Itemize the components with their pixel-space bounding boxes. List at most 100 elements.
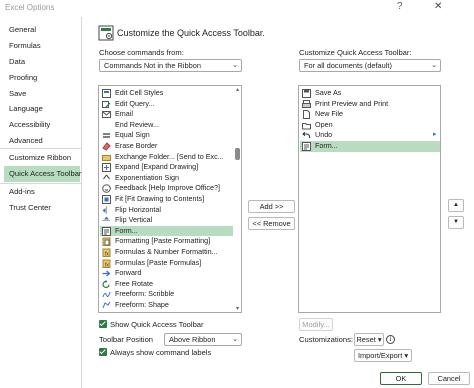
command-item[interactable]: Exponentiation Sign [100,173,233,184]
command-item[interactable]: Form... [100,225,233,237]
ok-button[interactable]: OK [380,372,422,385]
command-item[interactable]: Freeform: Scribble [100,289,233,300]
toolbar-position-value: Above Ribbon [169,335,216,344]
sidebar-item-formulas[interactable]: Formulas [0,39,81,53]
customize-toolbar-select[interactable]: For all documents (default) ⌄ [299,59,441,72]
item-label: Email [115,109,133,119]
scribble-icon [102,292,111,298]
command-item[interactable]: Expand [Expand Drawing] [100,162,233,173]
toolbar-item[interactable]: Save As [300,88,440,99]
toolbar-listbox[interactable]: Save As Print Preview and Print New File Op… [298,85,441,313]
toolbar-item[interactable]: New File [300,109,440,120]
freeform-icon [102,301,111,309]
command-item[interactable]: Forward [100,268,233,279]
move-up-button[interactable]: ▲ [448,199,464,212]
command-item[interactable]: Flip Horizontal [100,205,233,216]
cell-styles-icon [102,89,111,98]
reset-button[interactable]: Reset ▾ [354,333,384,346]
command-item[interactable]: Feedback [Help Improve Office?] [100,183,233,194]
open-icon [302,122,311,130]
item-label: Fit [Fit Drawing to Contents] [115,194,205,203]
item-label: Feedback [Help Improve Office?] [115,183,220,193]
command-item[interactable]: fx Formulas & Number Formattin... [100,247,233,258]
choose-commands-select[interactable]: Commands Not in the Ribbon ⌄ [99,59,242,72]
move-down-button[interactable]: ▼ [448,216,464,229]
show-qat-label: Show Quick Access Toolbar [110,320,204,329]
sidebar-item-general[interactable]: General [0,23,81,37]
command-item[interactable]: Edit Query... [100,99,233,110]
commands-scrollbar[interactable]: ▴ ▾ [234,86,241,312]
command-item[interactable]: End Review... [100,120,233,131]
remove-button[interactable]: << Remove [248,217,295,230]
scrollbar-thumb[interactable] [235,148,240,160]
item-label: Edit Cell Styles [115,88,164,97]
scroll-up-icon[interactable]: ▴ [234,86,241,93]
toolbar-item[interactable]: Form... [300,141,440,152]
toolbar-position-label: Toolbar Position [99,335,154,344]
sidebar-item-trust-center[interactable]: Trust Center [0,201,81,215]
item-label: Exchange Folder... [Send to Exc... [115,151,224,161]
command-item[interactable]: Formatting [Paste Formatting] [100,236,233,247]
commands-listbox[interactable]: Edit Cell Styles Edit Query... Email End Re… [98,85,242,313]
add-button[interactable]: Add >> [248,200,295,213]
sidebar-item-advanced[interactable]: Advanced [0,134,81,148]
command-item[interactable]: Flip Vertical [100,215,233,226]
scroll-down-icon[interactable]: ▾ [234,305,241,312]
submenu-arrow-icon: ▸ [433,131,437,139]
command-item[interactable]: Exchange Folder... [Send to Exc... [100,152,233,163]
cancel-button[interactable]: Cancel [428,372,470,385]
item-label: Free Rotate [115,278,153,288]
show-qat-checkbox[interactable] [99,320,107,328]
toolbar-item[interactable]: Undo ▸ [300,130,440,141]
expand-icon [102,163,111,173]
chevron-down-icon: ⌄ [232,62,238,69]
equal-sign-icon [103,133,110,138]
item-label: Edit Query... [115,98,155,108]
form-icon [302,142,311,151]
item-label: Erase Border [115,141,158,150]
command-item[interactable]: Edit Cell Styles [100,88,233,99]
blank-icon [102,121,111,130]
command-item[interactable]: Free Rotate [100,279,233,290]
item-label: Formatting [Paste Formatting] [115,236,211,246]
command-item[interactable]: Email [100,109,233,120]
sidebar-item-add-ins[interactable]: Add-ins [0,185,81,199]
flip-horizontal-icon [102,206,107,215]
sidebar-item-accessibility[interactable]: Accessibility [0,118,81,132]
sidebar-item-quick-access-toolbar[interactable]: Quick Access Toolbar [4,166,81,182]
command-item[interactable]: fx Formulas [Paste Formulas] [100,258,233,269]
choose-commands-label: Choose commands from: [99,48,184,57]
command-item[interactable]: Equal Sign [100,130,233,141]
sidebar-item-customize-ribbon[interactable]: Customize Ribbon [0,151,81,165]
quick-access-toolbar-icon [98,25,114,41]
item-label: Print Preview and Print [315,98,389,108]
title-bar: Excel Options ? ✕ [0,0,474,16]
command-item[interactable]: Erase Border [100,141,233,152]
close-button[interactable]: ✕ [434,1,442,12]
forward-icon [102,270,111,277]
feedback-icon [102,184,111,194]
fit-icon [102,195,111,204]
modify-button[interactable]: Modify... [299,318,333,331]
sidebar-item-language[interactable]: Language [0,102,81,116]
item-label: Save As [315,88,342,97]
email-icon [102,111,111,119]
sidebar-item-data[interactable]: Data [0,55,81,69]
command-item[interactable]: Fit [Fit Drawing to Contents] [100,194,233,205]
info-icon: i [386,335,395,344]
toolbar-item[interactable]: Print Preview and Print [300,99,440,110]
toolbar-position-select[interactable]: Above Ribbon ⌄ [164,333,242,346]
sidebar-item-proofing[interactable]: Proofing [0,71,81,85]
toolbar-item[interactable]: Open [300,120,440,131]
sidebar-item-save[interactable]: Save [0,87,81,101]
help-button[interactable]: ? [397,1,403,12]
chevron-down-icon: ⌄ [431,62,437,69]
import-export-button[interactable]: Import/Export ▾ [354,349,412,362]
paste-formulas-icon: fx [102,248,111,257]
options-sidebar: General Formulas Data Proofing Save Lang… [0,17,82,388]
chevron-down-icon: ⌄ [232,336,238,343]
command-item[interactable]: Freeform: Shape [100,300,233,311]
item-label: Exponentiation Sign [115,172,179,182]
always-show-labels-checkbox[interactable] [99,348,107,356]
svg-text:fx: fx [105,252,109,258]
